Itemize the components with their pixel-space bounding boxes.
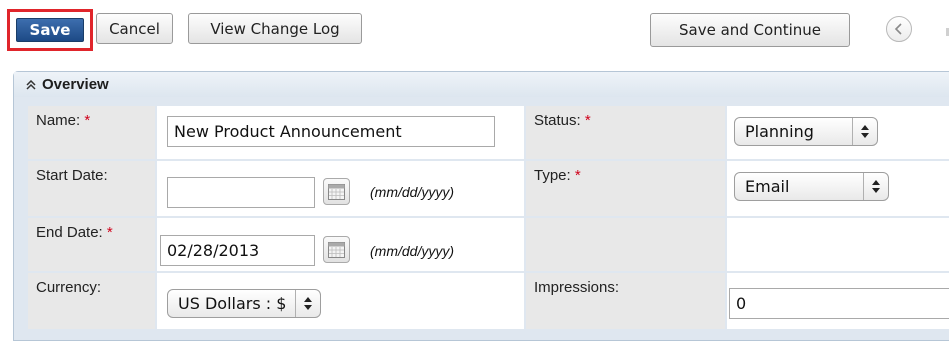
- required-marker: *: [574, 167, 581, 184]
- calendar-icon: [328, 183, 345, 200]
- start-date-input[interactable]: [167, 177, 315, 208]
- name-cell: New Product Announcement: [157, 106, 524, 159]
- empty-value-cell: [727, 218, 949, 271]
- end-date-calendar-button[interactable]: [323, 236, 350, 263]
- up-down-arrows-icon: [295, 290, 320, 317]
- form-row-3: End Date: * 02/28/2013 (mm/dd/yyyy): [28, 218, 949, 271]
- calendar-icon: [328, 241, 345, 258]
- name-input[interactable]: New Product Announcement: [167, 116, 495, 147]
- name-label: Name: *: [28, 106, 155, 159]
- save-button-highlight: Save: [7, 9, 93, 51]
- view-change-log-button[interactable]: View Change Log: [188, 13, 362, 44]
- impressions-cell: 0: [727, 273, 949, 329]
- save-and-continue-button[interactable]: Save and Continue: [650, 13, 850, 47]
- type-select[interactable]: Email: [734, 172, 889, 201]
- chevron-left-icon: [894, 23, 902, 35]
- currency-select[interactable]: US Dollars : $: [167, 289, 321, 318]
- form-row-1: Name: * New Product Announcement Status:…: [28, 106, 949, 159]
- cancel-button[interactable]: Cancel: [96, 13, 173, 44]
- end-date-label: End Date: *: [28, 218, 155, 271]
- type-label: Type: *: [526, 161, 725, 216]
- status-label: Status: *: [526, 106, 725, 159]
- empty-label-cell: [526, 218, 725, 271]
- panel-title: Overview: [42, 76, 109, 93]
- form-row-2: Start Date: (mm/dd/yyyy) Type: * Email: [28, 161, 949, 216]
- required-marker: *: [84, 112, 91, 129]
- previous-record-button[interactable]: [886, 16, 912, 42]
- required-marker: *: [106, 224, 113, 241]
- start-date-cell: (mm/dd/yyyy): [157, 161, 524, 216]
- up-down-arrows-icon: [852, 118, 877, 145]
- impressions-label: Impressions:: [526, 273, 725, 329]
- required-marker: *: [584, 112, 591, 129]
- currency-cell: US Dollars : $: [157, 273, 524, 329]
- start-date-calendar-button[interactable]: [323, 178, 350, 205]
- end-date-input[interactable]: 02/28/2013: [160, 235, 315, 266]
- status-cell: Planning: [727, 106, 949, 159]
- save-button[interactable]: Save: [16, 18, 84, 42]
- currency-label: Currency:: [28, 273, 155, 329]
- type-cell: Email: [727, 161, 949, 216]
- status-select[interactable]: Planning: [734, 117, 878, 146]
- impressions-input[interactable]: 0: [729, 288, 949, 319]
- start-date-format-hint: (mm/dd/yyyy): [370, 184, 454, 200]
- end-date-cell: 02/28/2013 (mm/dd/yyyy): [157, 218, 524, 271]
- up-down-arrows-icon: [863, 173, 888, 200]
- end-date-format-hint: (mm/dd/yyyy): [370, 243, 454, 259]
- start-date-label: Start Date:: [28, 161, 155, 216]
- overview-panel-header[interactable]: Overview: [14, 72, 949, 97]
- form-row-4: Currency: US Dollars : $ Impressions: 0: [28, 273, 949, 329]
- double-chevron-up-icon[interactable]: [26, 79, 36, 90]
